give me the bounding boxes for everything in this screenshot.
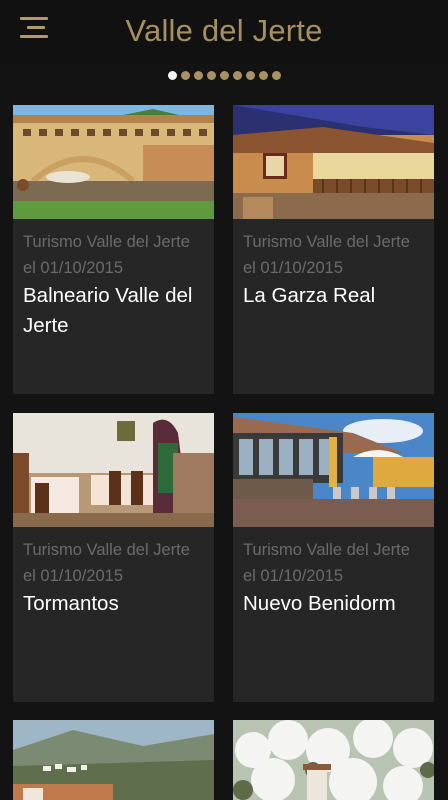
carousel-dot[interactable]	[271, 71, 281, 80]
card-title: La Garza Real	[243, 284, 376, 307]
carousel-dot[interactable]	[258, 71, 268, 80]
card-nuevo-benidorm[interactable]: Turismo Valle del Jerte el 01/10/2015 Nu…	[233, 413, 434, 702]
carousel-dot[interactable]	[206, 71, 216, 80]
la-garza-real-photo	[233, 105, 434, 219]
card-title: Balneario Valle del Jerte	[23, 284, 193, 337]
carousel-dot[interactable]	[167, 71, 177, 80]
card-la-garza-real[interactable]: Turismo Valle del Jerte el 01/10/2015 La…	[233, 105, 434, 394]
card-tormantos[interactable]: Turismo Valle del Jerte el 01/10/2015 To…	[13, 413, 214, 702]
card-mountain-village[interactable]	[13, 720, 214, 800]
card-title: Tormantos	[23, 592, 119, 615]
top-bar: Valle del Jerte	[0, 0, 448, 64]
carousel-dot[interactable]	[232, 71, 242, 80]
tormantos-dining-room-photo	[13, 413, 214, 527]
card-cherry-blossom[interactable]	[233, 720, 434, 800]
carousel-dot[interactable]	[245, 71, 255, 80]
carousel-indicator	[0, 71, 448, 83]
card-meta: Turismo Valle del Jerte el 01/10/2015	[243, 233, 410, 277]
balneario-hotel-photo	[13, 105, 214, 219]
card-balneario-valle-del-jerte[interactable]: Turismo Valle del Jerte el 01/10/2015 Ba…	[13, 105, 214, 394]
card-meta: Turismo Valle del Jerte el 01/10/2015	[23, 541, 190, 585]
card-title: Nuevo Benidorm	[243, 592, 396, 615]
cherry-blossom-photo	[233, 720, 434, 800]
card-meta: Turismo Valle del Jerte el 01/10/2015	[23, 233, 190, 277]
nuevo-benidorm-terrace-photo	[233, 413, 434, 527]
carousel-dot[interactable]	[180, 71, 190, 80]
card-meta: Turismo Valle del Jerte el 01/10/2015	[243, 541, 410, 585]
mountain-village-photo	[13, 720, 214, 800]
carousel-dot[interactable]	[193, 71, 203, 80]
carousel-dot[interactable]	[219, 71, 229, 80]
app-title: Valle del Jerte	[125, 13, 323, 48]
